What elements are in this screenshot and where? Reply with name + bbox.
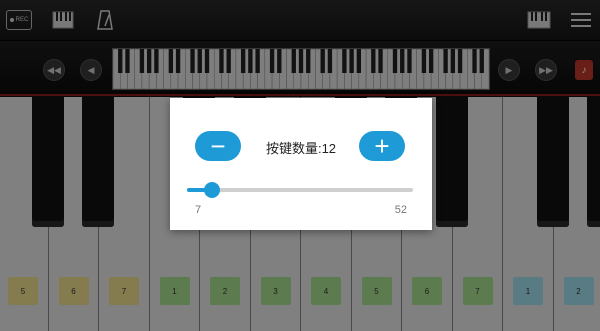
slider-thumb[interactable] [204,182,221,198]
key-count-slider[interactable] [187,182,413,198]
key-count-dialog: − 按键数量:12 + 7 52 [170,98,432,230]
key-count-label: 按键数量:12 [265,141,337,156]
plus-icon: + [374,131,390,161]
increase-button[interactable]: + [359,131,405,161]
decrease-button[interactable]: − [195,131,241,161]
minus-icon: − [210,131,226,161]
slider-max-label: 52 [394,204,407,216]
slider-min-label: 7 [195,204,202,216]
